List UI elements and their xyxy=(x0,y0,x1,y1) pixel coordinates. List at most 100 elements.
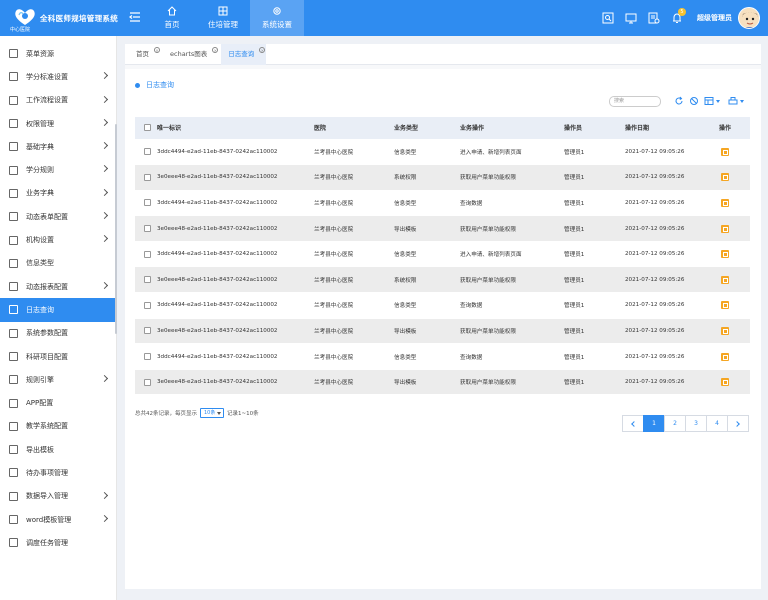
search-icon[interactable] xyxy=(602,12,614,24)
sidebar-item[interactable]: 菜单资源 xyxy=(0,42,116,65)
sidebar-item[interactable]: 学分标准设置 xyxy=(0,65,116,88)
row-checkbox[interactable] xyxy=(144,199,151,207)
search-input[interactable]: 搜索 xyxy=(609,96,661,107)
header-business-type[interactable]: 业务类型 xyxy=(394,117,460,140)
page-button-1[interactable]: 1 xyxy=(643,415,665,432)
page-button-4[interactable]: 4 xyxy=(706,415,728,432)
nav-training-label: 住培管理 xyxy=(208,20,238,29)
cell-business-op: 获取用户菜单功能权限 xyxy=(460,164,564,191)
tab-echarts[interactable]: echarts图表 × xyxy=(163,44,219,65)
sidebar-item[interactable]: 系统参数配置 xyxy=(0,322,116,345)
sidebar-item[interactable]: 工作流程设置 xyxy=(0,89,116,112)
page-button-2[interactable]: 2 xyxy=(664,415,686,432)
sidebar-item[interactable]: 教学系统配置 xyxy=(0,415,116,438)
menu-item-icon xyxy=(9,49,18,59)
tab-log-query[interactable]: 日志查询 × xyxy=(221,44,267,65)
table-row[interactable]: 3e0eee48-e2ad-11eb-8437-0242ac110002 兰考县中… xyxy=(135,164,750,191)
nav-training-management[interactable]: 住培管理 xyxy=(196,0,250,36)
header-id[interactable]: 唯一标识 xyxy=(157,117,314,140)
nav-home[interactable]: 首页 xyxy=(148,0,196,36)
title-dot-icon xyxy=(135,82,140,88)
block-icon[interactable] xyxy=(689,96,699,106)
view-detail-icon[interactable] xyxy=(721,301,729,310)
header-operator[interactable]: 操作员 xyxy=(564,117,625,140)
row-checkbox[interactable] xyxy=(144,148,151,156)
view-detail-icon[interactable] xyxy=(721,378,729,387)
sidebar-item[interactable]: 待办事项管理 xyxy=(0,461,116,484)
sidebar-item[interactable]: 数据导入管理 xyxy=(0,485,116,508)
close-icon[interactable]: × xyxy=(212,47,219,53)
sidebar-item[interactable]: 业务字典 xyxy=(0,182,116,205)
refresh-icon[interactable] xyxy=(674,96,684,106)
view-detail-icon[interactable] xyxy=(721,173,729,182)
sidebar-item-label: 业务字典 xyxy=(26,189,54,198)
cell-business-op: 查询数据 xyxy=(460,190,564,217)
tab-home[interactable]: 首页 × xyxy=(129,44,161,65)
user-avatar[interactable] xyxy=(738,7,760,29)
row-checkbox[interactable] xyxy=(144,327,151,335)
user-name[interactable]: 超级管理员 xyxy=(697,13,732,23)
header-hospital[interactable]: 医院 xyxy=(314,117,394,140)
view-detail-icon[interactable] xyxy=(721,250,729,259)
table-row[interactable]: 3ddc4494-e2ad-11eb-8437-0242ac110002 兰考县中… xyxy=(135,190,750,217)
table-row[interactable]: 3ddc4494-e2ad-11eb-8437-0242ac110002 兰考县中… xyxy=(135,292,750,319)
row-checkbox[interactable] xyxy=(144,250,151,258)
sidebar-item[interactable]: 调度任务管理 xyxy=(0,531,116,554)
page-size-select[interactable]: 10条 xyxy=(200,408,224,418)
message-icon[interactable] xyxy=(648,12,660,24)
sidebar-item[interactable]: 导出模板 xyxy=(0,438,116,461)
view-detail-icon[interactable] xyxy=(721,224,729,233)
sidebar-item[interactable]: 动态报表配置 xyxy=(0,275,116,298)
sidebar-item[interactable]: 权限管理 xyxy=(0,112,116,135)
table-row[interactable]: 3ddc4494-e2ad-11eb-8437-0242ac110002 兰考县中… xyxy=(135,241,750,268)
sidebar-item[interactable]: 动态表单配置 xyxy=(0,205,116,228)
header-business-op[interactable]: 业务操作 xyxy=(460,117,564,140)
table-row[interactable]: 3e0eee48-e2ad-11eb-8437-0242ac110002 兰考县中… xyxy=(135,266,750,294)
nav-system-settings[interactable]: 系统设置 xyxy=(250,0,304,36)
print-icon[interactable] xyxy=(728,96,744,106)
sidebar-item[interactable]: 规则引擎 xyxy=(0,368,116,391)
sidebar-item[interactable]: 机构设置 xyxy=(0,228,116,251)
cell-op-date: 2021-07-12 09:05:26 xyxy=(625,369,719,396)
view-detail-icon[interactable] xyxy=(721,326,729,335)
select-all-checkbox[interactable] xyxy=(144,124,151,132)
main-content: 首页 × echarts图表 × 日志查询 × 日志查询 搜索 唯一标识 医院 业务类… xyxy=(125,44,761,589)
sidebar-item[interactable]: 基础字典 xyxy=(0,135,116,158)
row-checkbox[interactable] xyxy=(144,301,151,309)
chevron-right-icon xyxy=(100,281,109,290)
row-checkbox[interactable] xyxy=(144,378,151,386)
sidebar-item[interactable]: 学分规则 xyxy=(0,158,116,181)
cell-hospital: 兰考县中心医院 xyxy=(314,139,394,166)
page-button-3[interactable]: 3 xyxy=(685,415,707,432)
row-checkbox[interactable] xyxy=(144,225,151,233)
close-icon[interactable]: × xyxy=(154,47,160,53)
sidebar-item[interactable]: 信息类型 xyxy=(0,252,116,275)
close-icon[interactable]: × xyxy=(259,47,266,53)
menu-item-icon xyxy=(9,258,18,268)
bell-icon[interactable]: 5 xyxy=(671,8,686,24)
row-checkbox[interactable] xyxy=(144,276,151,284)
table-row[interactable]: 3e0eee48-e2ad-11eb-8437-0242ac110002 兰考县中… xyxy=(135,215,750,242)
prev-page-button[interactable] xyxy=(622,415,644,432)
view-detail-icon[interactable] xyxy=(721,352,729,361)
menu-toggle-icon[interactable] xyxy=(128,10,142,24)
table-row[interactable]: 3e0eee48-e2ad-11eb-8437-0242ac110002 兰考县中… xyxy=(135,369,750,396)
sidebar-item[interactable]: 科研项目配置 xyxy=(0,345,116,368)
sidebar-item[interactable]: word模板管理 xyxy=(0,508,116,531)
sidebar-item[interactable]: APP配置 xyxy=(0,391,116,414)
row-checkbox[interactable] xyxy=(144,353,151,361)
next-page-button[interactable] xyxy=(727,415,749,432)
sidebar-item[interactable]: 日志查询 xyxy=(0,298,116,322)
view-detail-icon[interactable] xyxy=(721,147,729,156)
columns-icon[interactable] xyxy=(704,96,720,106)
table-row[interactable]: 3e0eee48-e2ad-11eb-8437-0242ac110002 兰考县中… xyxy=(135,318,750,345)
row-checkbox[interactable] xyxy=(144,173,151,181)
sidebar-scrollbar[interactable] xyxy=(115,124,117,334)
table-row[interactable]: 3ddc4494-e2ad-11eb-8437-0242ac110002 兰考县中… xyxy=(135,139,750,166)
header-op-date[interactable]: 操作日期 xyxy=(625,117,719,140)
chevron-right-icon xyxy=(100,165,109,173)
view-detail-icon[interactable] xyxy=(721,275,729,284)
table-row[interactable]: 3ddc4494-e2ad-11eb-8437-0242ac110002 兰考县中… xyxy=(135,343,750,370)
monitor-icon[interactable] xyxy=(625,12,637,24)
view-detail-icon[interactable] xyxy=(721,198,729,207)
